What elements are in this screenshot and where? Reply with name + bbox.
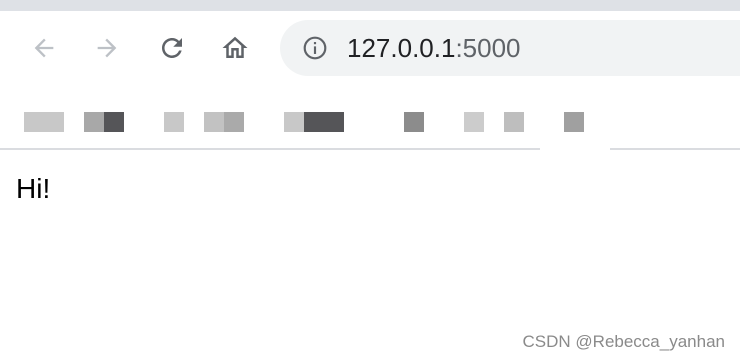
bookmark-item-redacted[interactable]: [504, 112, 524, 132]
home-icon: [222, 36, 248, 58]
page-content: Hi! CSDN @Rebecca_yanhan: [0, 150, 740, 362]
bookmark-item-redacted[interactable]: [204, 112, 224, 132]
reload-button[interactable]: [152, 28, 192, 68]
home-button[interactable]: [215, 28, 255, 68]
address-bar[interactable]: 127.0.0.1:5000: [280, 20, 740, 76]
bookmark-item-redacted[interactable]: [404, 112, 424, 132]
forward-arrow-icon: [97, 38, 117, 58]
page-greeting-text: Hi!: [16, 173, 51, 204]
url-host: 127.0.0.1: [347, 33, 456, 63]
bookmark-item-redacted[interactable]: [224, 112, 244, 132]
bookmark-item-redacted[interactable]: [104, 112, 124, 132]
bookmark-item-redacted[interactable]: [304, 112, 344, 132]
info-icon[interactable]: [302, 35, 328, 61]
bookmark-item-redacted[interactable]: [564, 112, 584, 132]
window-top-strip: [0, 0, 740, 11]
url-port: :5000: [455, 33, 521, 63]
bookmarks-bar: [0, 85, 740, 148]
bookmark-item-redacted[interactable]: [84, 112, 104, 132]
bookmark-item-redacted[interactable]: [284, 112, 304, 132]
watermark-text: CSDN @Rebecca_yanhan: [522, 332, 725, 351]
forward-button[interactable]: [87, 28, 127, 68]
bookmark-item-redacted[interactable]: [164, 112, 184, 132]
reload-icon: [162, 38, 182, 58]
bookmark-item-redacted[interactable]: [464, 112, 484, 132]
bookmark-item-redacted[interactable]: [24, 112, 64, 132]
back-arrow-icon: [34, 38, 54, 58]
browser-toolbar: 127.0.0.1:5000: [0, 11, 740, 85]
back-button[interactable]: [24, 28, 64, 68]
url-text[interactable]: 127.0.0.1:5000: [347, 31, 521, 65]
